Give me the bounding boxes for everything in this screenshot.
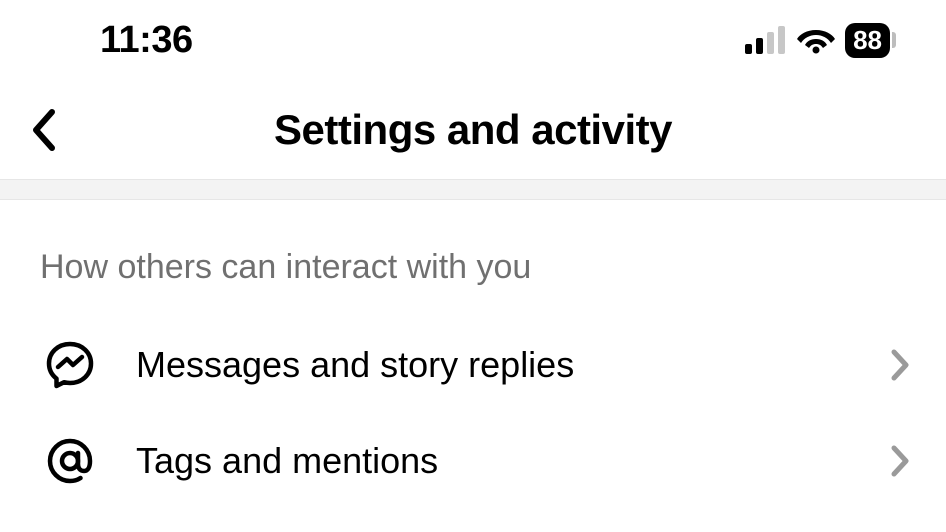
- section-divider: [0, 180, 946, 200]
- section-heading: How others can interact with you: [0, 200, 946, 317]
- list-item-messages[interactable]: Messages and story replies: [0, 317, 946, 413]
- battery-level: 88: [845, 23, 890, 58]
- cellular-icon: [745, 26, 787, 54]
- status-bar: 11:36 88: [0, 0, 946, 80]
- back-button[interactable]: [20, 106, 68, 154]
- list-item-label: Messages and story replies: [136, 344, 850, 386]
- page-title: Settings and activity: [0, 106, 946, 154]
- battery-indicator: 88: [845, 23, 896, 58]
- chevron-right-icon: [890, 444, 910, 478]
- list-item-tags[interactable]: Tags and mentions: [0, 413, 946, 509]
- wifi-icon: [797, 26, 835, 54]
- messenger-icon: [44, 339, 96, 391]
- chevron-left-icon: [30, 108, 58, 152]
- battery-tip: [892, 32, 896, 48]
- list-item-label: Tags and mentions: [136, 440, 850, 482]
- at-icon: [44, 435, 96, 487]
- nav-header: Settings and activity: [0, 80, 946, 180]
- chevron-right-icon: [890, 348, 910, 382]
- status-time: 11:36: [100, 19, 193, 62]
- status-icons: 88: [745, 23, 896, 58]
